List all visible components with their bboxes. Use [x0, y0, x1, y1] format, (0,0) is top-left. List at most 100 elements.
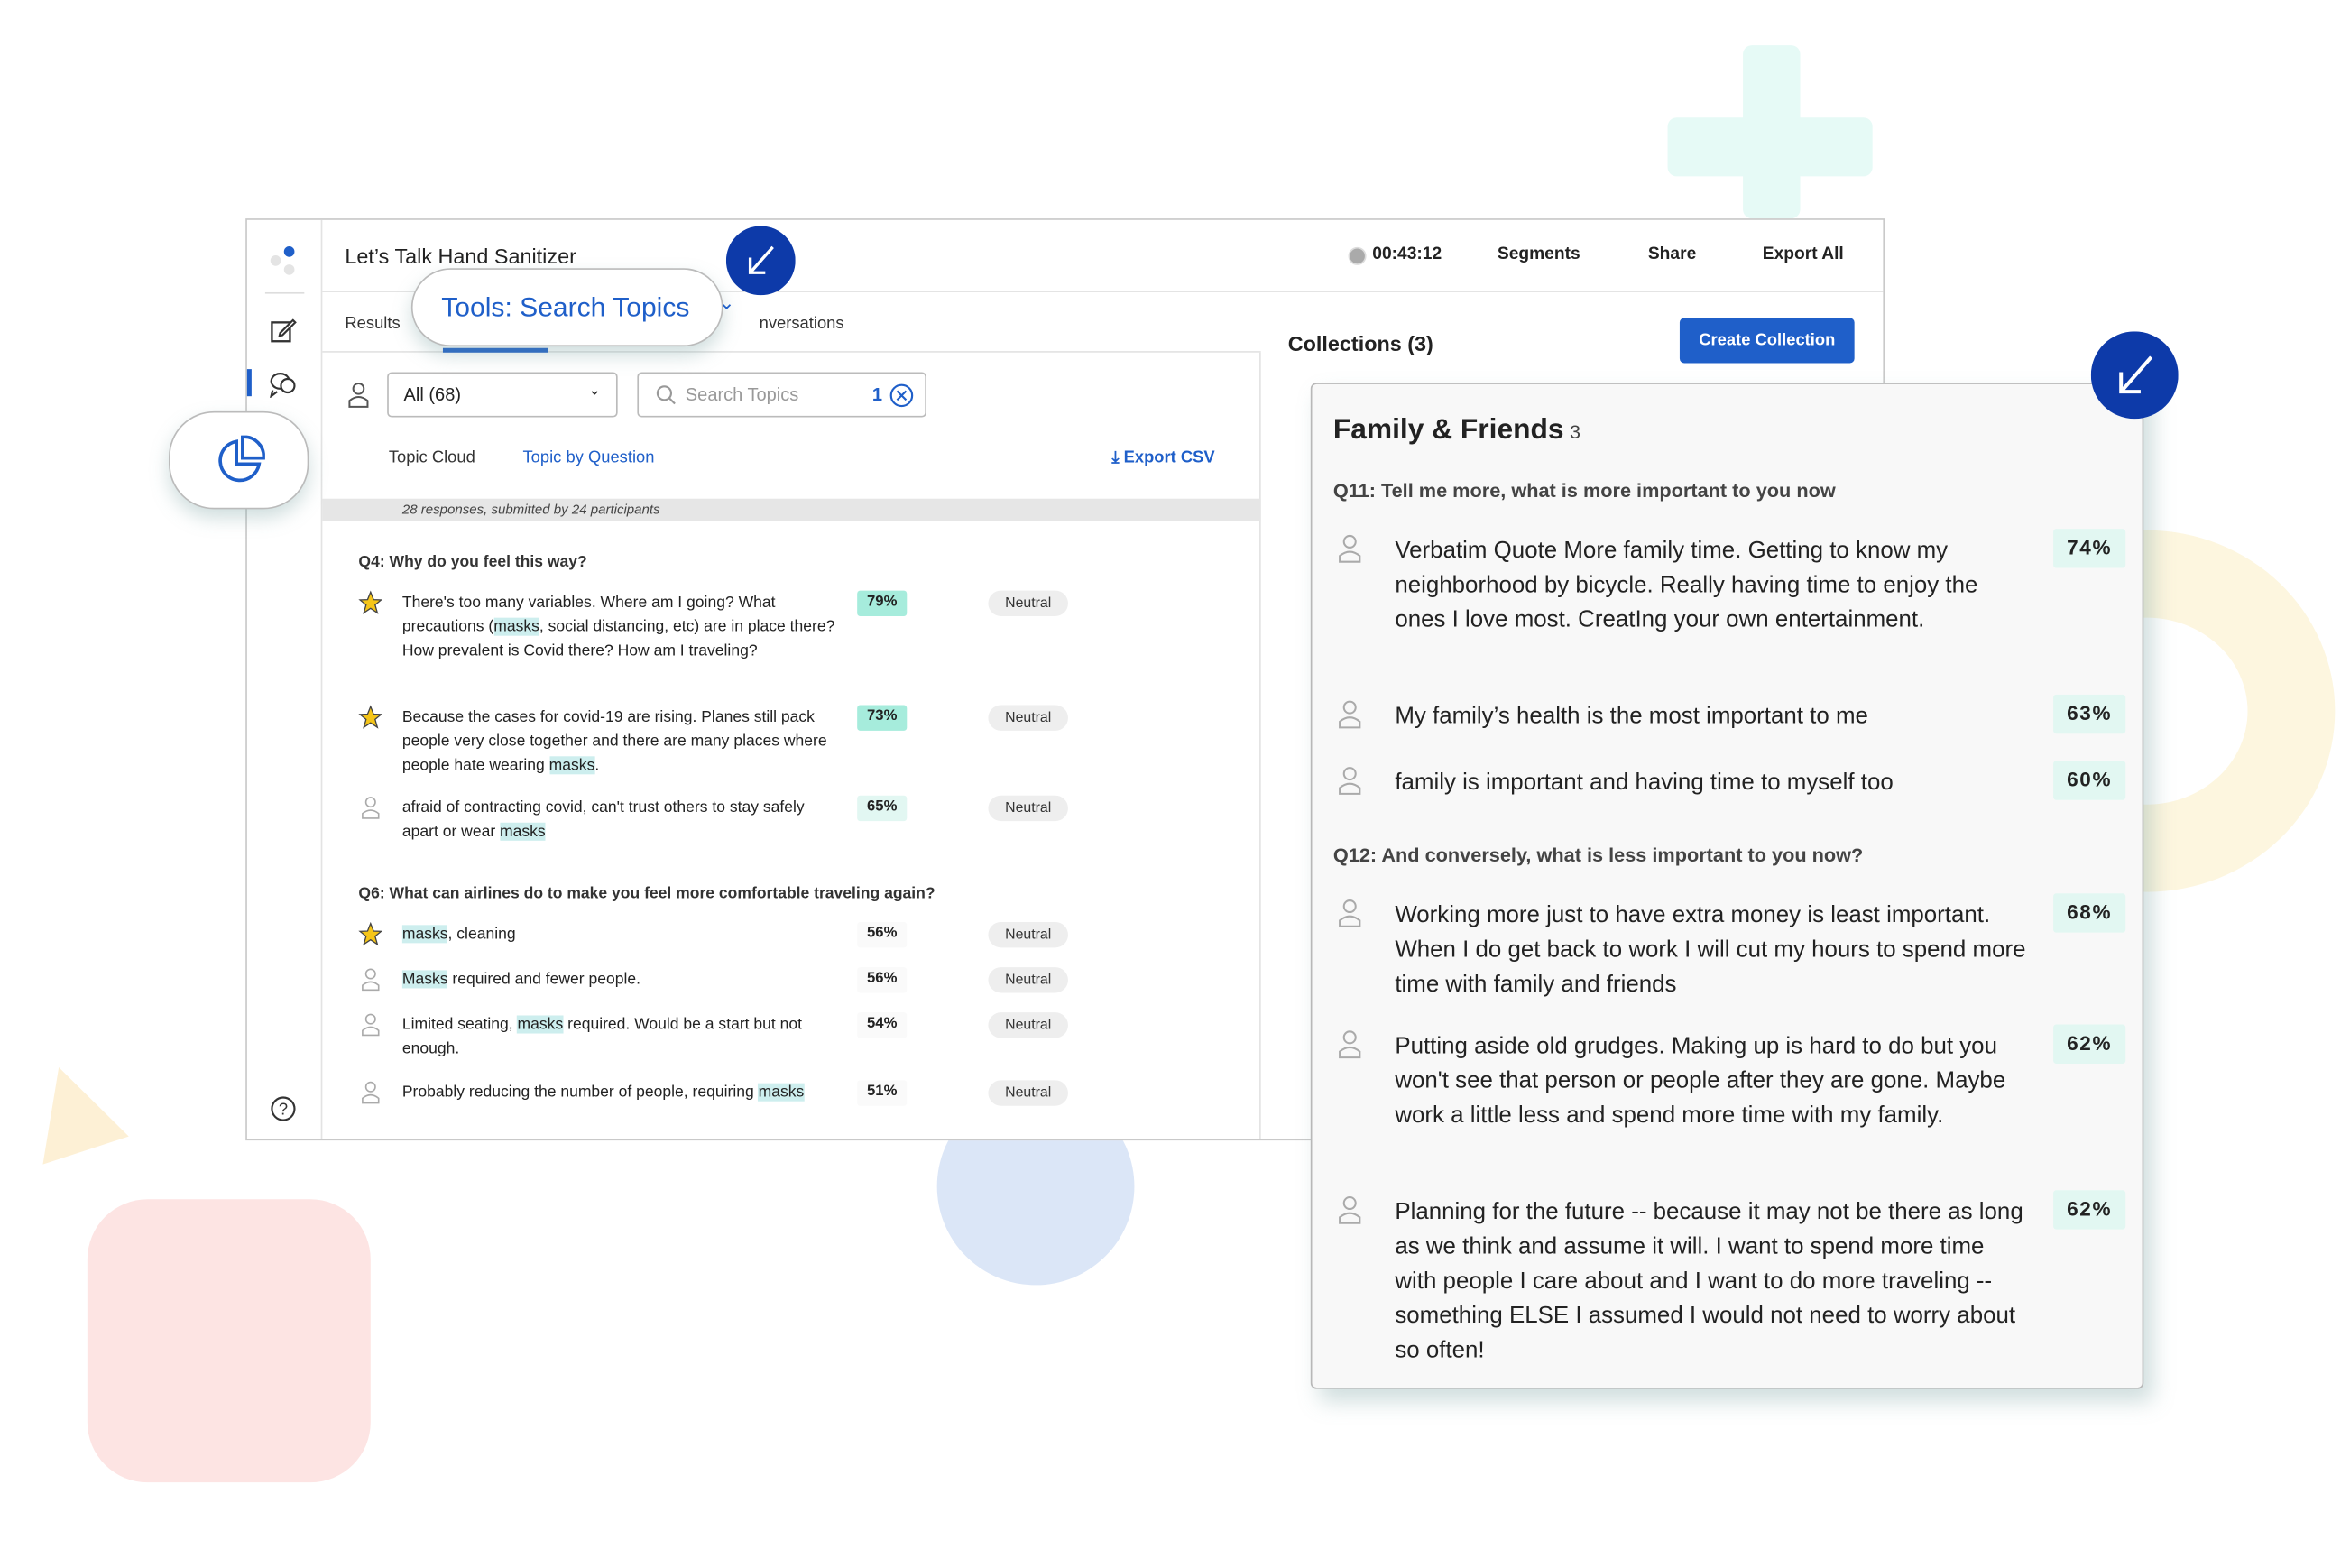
clear-search-icon[interactable] — [889, 383, 914, 408]
quote-text: Putting aside old grudges. Making up is … — [1395, 1033, 2006, 1129]
arrow-down-left-icon — [725, 226, 796, 296]
sidebar: ? — [246, 219, 323, 1139]
collection-card: Family & Friends 3 Q11: Tell me more, wh… — [1310, 383, 2144, 1389]
score-badge: 62% — [2053, 1190, 2126, 1230]
svg-text:?: ? — [279, 1100, 288, 1119]
sentiment-badge: Neutral — [988, 1012, 1068, 1038]
collection-count: 3 — [1570, 420, 1581, 443]
text-part: Probably reducing the number of people, … — [401, 1083, 759, 1102]
star-icon[interactable] — [358, 921, 383, 946]
user-icon — [1339, 534, 1361, 563]
export-csv-label: Export CSV — [1123, 448, 1215, 467]
score-badge: 68% — [2053, 893, 2126, 933]
search-count: 1 — [871, 383, 883, 406]
tab-conversations[interactable]: nversations — [760, 315, 844, 333]
text-part: , cleaning — [447, 925, 516, 944]
create-collection-button[interactable]: Create Collection — [1679, 318, 1855, 364]
export-csv-button[interactable]: ⤓ Export CSV — [1111, 449, 1214, 469]
keyword-highlight: masks — [401, 925, 448, 944]
edit-icon[interactable] — [270, 317, 297, 344]
decor-triangle — [15, 1053, 129, 1165]
download-icon: ⤓ — [1111, 448, 1124, 467]
score-badge: 63% — [2053, 694, 2126, 734]
response-text: Because the cases for covid-19 are risin… — [402, 706, 839, 778]
tools-dropdown[interactable]: Tools: Search Topics ⌄ — [410, 268, 735, 347]
export-all-button[interactable]: Export All — [1763, 245, 1844, 263]
score-badge: 54% — [857, 1012, 908, 1038]
score-badge: 65% — [857, 795, 908, 822]
tab-topic-by-question[interactable]: Topic by Question — [522, 449, 654, 467]
user-icon — [348, 382, 369, 408]
tools-dropdown-label: Tools: Search Topics — [441, 291, 690, 323]
user-icon — [362, 968, 380, 992]
logo-icon — [270, 246, 295, 275]
active-indicator — [246, 369, 252, 397]
response-text: Probably reducing the number of people, … — [402, 1080, 839, 1104]
share-button[interactable]: Share — [1648, 245, 1696, 263]
user-icon — [1339, 1195, 1361, 1224]
participant-select[interactable]: All (68) ⌄ — [387, 372, 618, 418]
score-badge: 56% — [857, 921, 908, 948]
user-icon — [362, 1013, 380, 1037]
text-part: . — [594, 756, 600, 775]
analytics-button[interactable] — [169, 410, 309, 510]
quote-text: Working more just to have extra money is… — [1395, 902, 2026, 998]
response-text: afraid of contracting covid, can't trust… — [402, 796, 839, 844]
tab-topic-cloud[interactable]: Topic Cloud — [389, 449, 475, 467]
sentiment-badge: Neutral — [988, 967, 1068, 993]
arrow-down-left-icon — [2090, 331, 2179, 420]
topics-panel: All (68) ⌄ Search Topics 1 Topic Cloud To… — [322, 352, 1261, 1139]
search-placeholder: Search Topics — [685, 383, 799, 406]
sentiment-badge: Neutral — [988, 590, 1068, 616]
sentiment-badge: Neutral — [988, 705, 1068, 731]
score-badge: 74% — [2053, 529, 2126, 568]
score-badge: 51% — [857, 1080, 908, 1106]
user-icon — [1339, 899, 1361, 927]
keyword-highlight: masks — [493, 617, 539, 636]
tab-results[interactable]: Results — [345, 315, 400, 333]
help-icon[interactable]: ? — [270, 1095, 297, 1122]
question-heading: Q4: Why do you feel this way? — [358, 552, 587, 571]
quote-text: Planning for the future -- because it ma… — [1395, 1199, 2023, 1364]
keyword-highlight: masks — [500, 822, 546, 841]
timer: 00:43:12 — [1372, 245, 1442, 264]
chevron-down-icon: ⌄ — [588, 383, 602, 400]
keyword-highlight: Masks — [401, 970, 448, 989]
star-icon[interactable] — [358, 590, 383, 615]
page-title: Let’s Talk Hand Sanitizer — [345, 244, 576, 269]
user-icon — [362, 797, 380, 819]
pie-chart-icon — [218, 435, 265, 483]
user-icon — [1339, 1030, 1361, 1059]
keyword-highlight: masks — [758, 1083, 805, 1102]
recording-dot-icon — [1348, 246, 1367, 265]
score-badge: 73% — [857, 705, 908, 731]
select-value: All (68) — [403, 383, 462, 406]
quote-text: family is important and having time to m… — [1395, 770, 1894, 796]
score-badge: 62% — [2053, 1024, 2126, 1064]
chat-icon[interactable] — [268, 371, 298, 398]
score-badge: 60% — [2053, 761, 2126, 800]
collection-title: Family & Friends — [1332, 414, 1564, 447]
score-badge: 79% — [857, 590, 908, 616]
quote-text: Verbatim Quote More family time. Getting… — [1395, 538, 1978, 633]
decor-plus — [1667, 117, 1873, 177]
user-icon — [1339, 767, 1361, 795]
keyword-highlight: masks — [517, 1015, 564, 1034]
sentiment-badge: Neutral — [988, 921, 1068, 948]
sentiment-badge: Neutral — [988, 1080, 1068, 1106]
segments-button[interactable]: Segments — [1498, 245, 1580, 263]
star-icon[interactable] — [358, 705, 383, 730]
sentiment-badge: Neutral — [988, 795, 1068, 822]
text-part: Because the cases for covid-19 are risin… — [401, 707, 827, 775]
collections-title: Collections (3) — [1287, 331, 1433, 356]
response-text: There's too many variables. Where am I g… — [402, 591, 839, 663]
text-part: afraid of contracting covid, can't trust… — [401, 798, 805, 841]
search-input[interactable]: Search Topics 1 — [637, 372, 926, 418]
search-icon — [656, 385, 676, 405]
response-summary: 28 responses, submitted by 24 participan… — [322, 498, 1261, 521]
user-icon — [1339, 700, 1361, 729]
collection-question: Q11: Tell me more, what is more importan… — [1332, 479, 1836, 503]
text-part: required and fewer people. — [447, 970, 641, 989]
quote-text: My family’s health is the most important… — [1395, 703, 1868, 730]
decor-square — [87, 1199, 371, 1483]
